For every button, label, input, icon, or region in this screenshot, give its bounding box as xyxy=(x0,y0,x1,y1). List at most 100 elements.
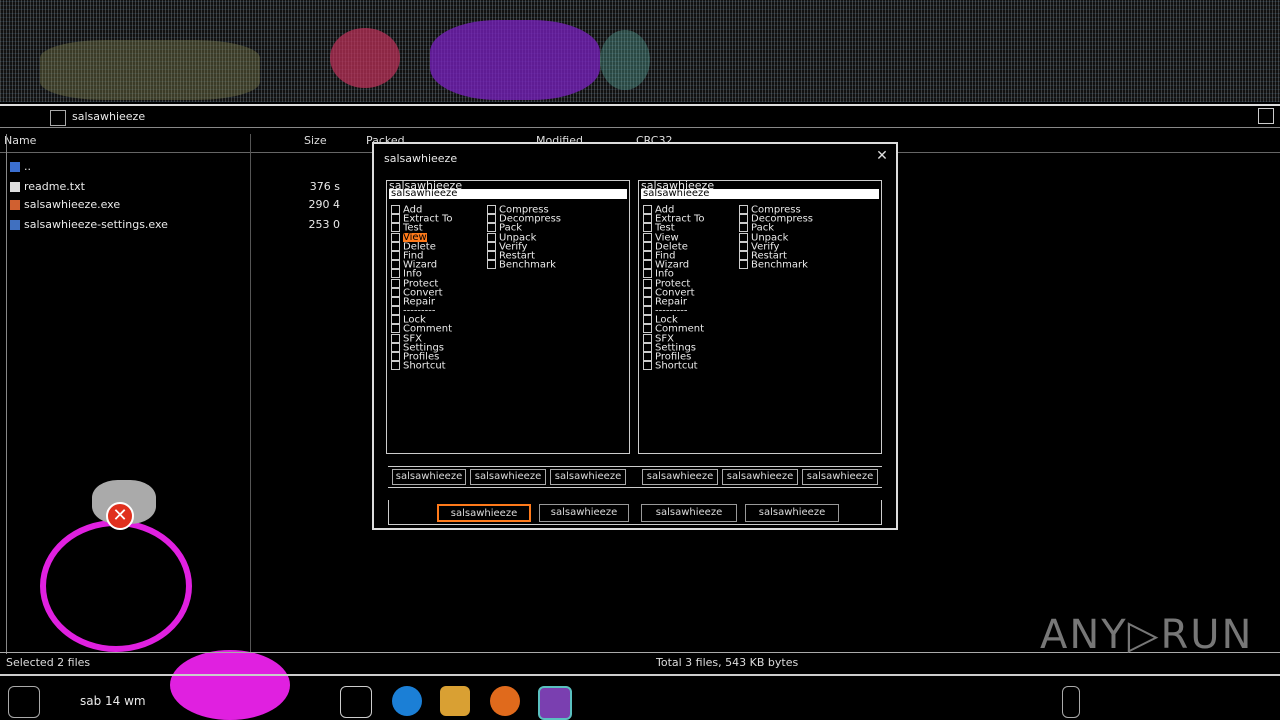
file-size: 290 4 xyxy=(308,198,341,211)
checkbox-icon xyxy=(643,205,652,214)
pane-button[interactable]: salsawhieeze xyxy=(802,469,878,485)
right-pane-bar-label: salsawhieeze xyxy=(643,188,710,199)
checkbox-icon xyxy=(643,278,652,288)
checkbox-icon xyxy=(391,287,400,297)
pane-button-row: salsawhieeze salsawhieeze salsawhieeze s… xyxy=(388,466,882,488)
checkbox-icon xyxy=(391,342,400,352)
file-row[interactable]: .. xyxy=(10,160,31,173)
list-item[interactable]: Benchmark xyxy=(487,260,561,270)
pane-button[interactable]: salsawhieeze xyxy=(722,469,798,485)
checkbox-icon xyxy=(391,306,400,316)
checkbox-icon xyxy=(391,269,400,279)
checkbox-icon xyxy=(391,250,400,260)
pane-button[interactable]: salsawhieeze xyxy=(642,469,718,485)
glitched-desktop-area xyxy=(0,0,1280,102)
glitch-blob xyxy=(430,20,600,100)
task-view-icon[interactable] xyxy=(340,686,372,718)
right-pane: salsawhieeze salsawhieeze Add Extract To… xyxy=(638,179,882,454)
left-command-list-2: Compress Decompress Pack Unpack Verify R… xyxy=(487,205,561,270)
checkbox-icon xyxy=(739,223,748,233)
right-pane-bar: salsawhieeze xyxy=(641,188,879,199)
checkbox-icon xyxy=(487,250,496,260)
left-pane-bar: salsawhieeze xyxy=(389,188,627,199)
checkbox-icon xyxy=(739,214,748,224)
pane-button[interactable]: salsawhieeze xyxy=(470,469,546,485)
ok-button[interactable]: salsawhieeze xyxy=(437,504,531,522)
column-header-name[interactable]: Name xyxy=(4,134,36,150)
window-title: salsawhieeze xyxy=(72,110,146,123)
file-name: salsawhieeze-settings.exe xyxy=(24,218,168,231)
right-command-list-2: Compress Decompress Pack Unpack Verify R… xyxy=(739,205,813,270)
help-button[interactable]: salsawhieeze xyxy=(745,504,839,522)
checkbox-icon xyxy=(643,260,652,270)
checkbox-icon xyxy=(487,232,496,242)
firefox-icon[interactable] xyxy=(490,686,520,716)
file-explorer-icon[interactable] xyxy=(440,686,470,716)
checkbox-icon xyxy=(487,260,496,270)
salsawhieeze-dialog: salsawhieeze ✕ salsawhieeze salsawhieeze… xyxy=(372,142,898,530)
column-divider xyxy=(250,134,251,654)
checkbox-icon xyxy=(643,342,652,352)
checkbox-icon xyxy=(739,250,748,260)
left-border xyxy=(6,134,7,654)
file-name: .. xyxy=(24,160,31,173)
checkbox-icon xyxy=(643,352,652,361)
folder-up-icon xyxy=(10,162,20,172)
checkbox-icon xyxy=(391,223,400,233)
taskbar: sab 14 wm xyxy=(0,674,1280,720)
checkbox-icon xyxy=(739,260,748,270)
column-header-size[interactable]: Size xyxy=(304,134,327,150)
list-item[interactable]: Benchmark xyxy=(739,260,813,270)
status-right: Total 3 files, 543 KB bytes xyxy=(656,656,799,669)
checkbox-icon xyxy=(391,315,400,325)
start-icon[interactable] xyxy=(8,686,40,718)
checkbox-icon xyxy=(643,287,652,297)
cancel-button[interactable]: salsawhieeze xyxy=(539,504,629,522)
checkbox-icon xyxy=(643,333,652,343)
list-item[interactable]: Shortcut xyxy=(643,361,705,371)
pane-button[interactable]: salsawhieeze xyxy=(392,469,466,485)
status-left: Selected 2 files xyxy=(6,656,91,669)
tray-icon[interactable] xyxy=(1062,686,1080,718)
checkbox-icon xyxy=(643,214,652,224)
window-close-button[interactable] xyxy=(1258,108,1274,124)
file-size: 253 0 xyxy=(308,218,341,231)
checkbox-icon xyxy=(643,223,652,233)
taskbar-clock: sab 14 wm xyxy=(80,694,146,708)
checkbox-icon xyxy=(739,205,748,214)
pane-button[interactable]: salsawhieeze xyxy=(550,469,626,485)
checkbox-icon xyxy=(643,296,652,306)
dialog-close-button[interactable]: ✕ xyxy=(874,148,890,164)
checkbox-icon xyxy=(391,278,400,288)
exe-file-icon xyxy=(10,200,20,210)
checkbox-icon xyxy=(487,214,496,224)
edge-icon[interactable] xyxy=(392,686,422,716)
list-item[interactable]: Shortcut xyxy=(391,361,453,371)
checkbox-icon xyxy=(391,333,400,343)
checkbox-icon xyxy=(643,324,652,334)
dialog-title: salsawhieeze xyxy=(384,152,458,165)
archiver-taskbar-icon[interactable] xyxy=(538,686,572,720)
checkbox-icon xyxy=(391,205,400,214)
app-icon xyxy=(50,110,66,126)
checkbox-icon xyxy=(643,315,652,325)
text-file-icon xyxy=(10,182,20,192)
file-row[interactable]: salsawhieeze-settings.exe 253 0 xyxy=(10,218,341,231)
file-row[interactable]: readme.txt 376 s xyxy=(10,180,340,193)
file-size: 376 s xyxy=(309,180,340,193)
anyrun-watermark: ANY▷RUN xyxy=(1040,612,1254,658)
checkbox-icon xyxy=(391,214,400,224)
left-command-list: Add Extract To Test View Delete Find Wiz… xyxy=(391,205,453,371)
left-pane: salsawhieeze salsawhieeze Add Extract To… xyxy=(386,179,630,454)
glitch-blob xyxy=(600,30,650,90)
file-name: salsawhieeze.exe xyxy=(24,198,121,211)
checkbox-icon xyxy=(391,241,400,251)
checkbox-icon xyxy=(391,232,400,242)
file-row[interactable]: salsawhieeze.exe 290 4 xyxy=(10,198,341,211)
apply-button[interactable]: salsawhieeze xyxy=(641,504,737,522)
exe-file-icon xyxy=(10,220,20,230)
right-command-list: Add Extract To Test View Delete Find Wiz… xyxy=(643,205,705,371)
glitch-blob xyxy=(40,40,260,100)
checkbox-icon xyxy=(643,269,652,279)
checkbox-icon xyxy=(487,205,496,214)
